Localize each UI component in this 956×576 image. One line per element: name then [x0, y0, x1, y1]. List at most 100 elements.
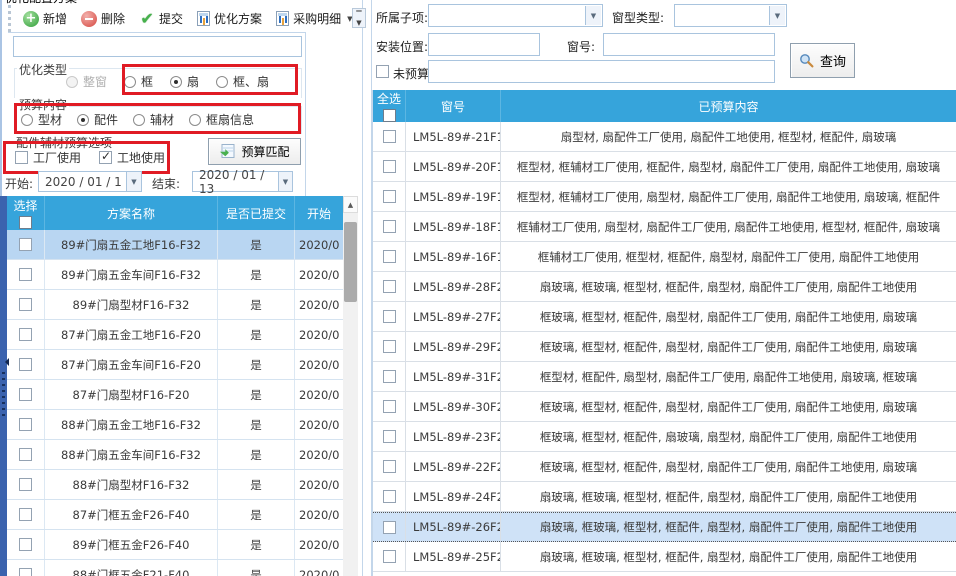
date-end-picker[interactable]: 2020 / 01 / 13 ▼ — [192, 171, 293, 192]
table-row[interactable]: LM5L-89#-23F21 框玻璃, 框型材, 框配件, 扇玻璃, 扇型材, … — [373, 422, 956, 452]
row-checkbox[interactable] — [19, 358, 32, 371]
radio-option[interactable]: 整窗 — [66, 73, 107, 90]
table-row[interactable]: 88#门扇五金工地F16-F32 是 2020/0 — [7, 410, 343, 440]
budget-match-button[interactable]: 预算匹配 — [208, 138, 301, 165]
row-checkbox[interactable] — [19, 298, 32, 311]
row-checkbox[interactable] — [19, 568, 32, 576]
radio-option[interactable]: 型材 — [21, 111, 62, 128]
row-checkbox[interactable] — [383, 430, 396, 443]
radio-option[interactable]: 扇 — [170, 73, 199, 90]
table-row[interactable]: 87#门框五金F26-F40 是 2020/0 — [7, 500, 343, 530]
table-row[interactable]: 88#门扇五金车间F16-F32 是 2020/0 — [7, 440, 343, 470]
radio-icon[interactable] — [170, 76, 182, 88]
row-checkbox[interactable] — [19, 448, 32, 461]
header-select-all[interactable]: 全选 — [373, 90, 406, 122]
radio-option[interactable]: 配件 — [77, 111, 118, 128]
checkbox-icon[interactable] — [99, 151, 112, 164]
dropdown-arrow-icon[interactable]: ▼ — [126, 172, 141, 191]
collapse-splitter[interactable] — [0, 196, 7, 576]
table-row[interactable]: LM5L-89#-29F27 框玻璃, 框型材, 框配件, 扇型材, 扇配件工厂… — [373, 332, 956, 362]
row-checkbox[interactable] — [383, 460, 396, 473]
header-select[interactable]: 选择 — [7, 196, 45, 230]
row-checkbox[interactable] — [383, 340, 396, 353]
toolbar-button[interactable]: 删除 ▼ — [75, 7, 131, 30]
scroll-up-arrow[interactable]: ▲ — [343, 196, 358, 213]
checkbox-option[interactable]: 工地使用 — [99, 149, 165, 166]
table-row[interactable]: 89#门扇五金工地F16-F32 是 2020/0 — [7, 230, 343, 260]
header-plan-name[interactable]: 方案名称 — [45, 196, 218, 230]
radio-option[interactable]: 框、扇 — [216, 73, 269, 90]
table-row[interactable]: LM5L-89#-25F23 扇玻璃, 框玻璃, 框型材, 框配件, 扇型材, … — [373, 542, 956, 572]
header-submitted[interactable]: 是否已提交 — [218, 196, 295, 230]
row-checkbox[interactable] — [383, 550, 396, 563]
table-row[interactable]: 87#门扇五金工地F16-F20 是 2020/0 — [7, 320, 343, 350]
checkbox-option[interactable]: 工厂使用 — [15, 149, 81, 166]
row-checkbox[interactable] — [383, 310, 396, 323]
table-row[interactable]: LM5L-89#-20F18 框型材, 框辅材工厂使用, 框配件, 扇型材, 扇… — [373, 152, 956, 182]
table-row[interactable]: 88#门扇型材F16-F32 是 2020/0 — [7, 470, 343, 500]
header-window-no[interactable]: 窗号 — [406, 90, 501, 122]
toolbar-button[interactable]: 提交 ▼ — [133, 7, 189, 30]
plan-search-input[interactable] — [13, 36, 302, 57]
no-budget-input[interactable] — [428, 60, 775, 83]
row-checkbox[interactable] — [19, 238, 32, 251]
radio-icon[interactable] — [21, 114, 33, 126]
header-budgeted-content[interactable]: 已预算内容 — [501, 90, 956, 122]
row-checkbox[interactable] — [19, 478, 32, 491]
scrollbar-thumb[interactable] — [344, 222, 357, 302]
row-checkbox[interactable] — [383, 190, 396, 203]
plan-table-scrollbar[interactable]: ▲ — [343, 196, 358, 576]
checkbox-icon[interactable] — [15, 151, 28, 164]
table-row[interactable]: LM5L-89#-18F16 框辅材工厂使用, 扇型材, 扇配件工厂使用, 扇配… — [373, 212, 956, 242]
date-start-picker[interactable]: 2020 / 01 / 1 ▼ — [38, 171, 142, 192]
table-row[interactable]: 89#门扇五金车间F16-F32 是 2020/0 — [7, 260, 343, 290]
select-all-checkbox[interactable] — [383, 109, 396, 122]
radio-option[interactable]: 框 — [124, 73, 153, 90]
toolbar-button[interactable]: 新增 ▼ — [17, 7, 73, 30]
table-row[interactable]: LM5L-89#-16F15 框辅材工厂使用, 框型材, 框配件, 扇型材, 扇… — [373, 242, 956, 272]
row-checkbox[interactable] — [383, 220, 396, 233]
table-row[interactable]: LM5L-89#-19F17 框型材, 框辅材工厂使用, 扇型材, 扇配件工厂使… — [373, 182, 956, 212]
radio-icon[interactable] — [124, 76, 136, 88]
row-checkbox[interactable] — [383, 370, 396, 383]
table-row[interactable]: 87#门扇五金车间F16-F20 是 2020/0 — [7, 350, 343, 380]
install-pos-input[interactable] — [428, 33, 540, 56]
dropdown-arrow-icon[interactable]: ▼ — [278, 172, 292, 191]
toolbar-button[interactable]: 采购明细 ▼ — [270, 7, 358, 30]
radio-icon[interactable] — [189, 114, 201, 126]
window-no-input[interactable] — [603, 33, 775, 56]
row-checkbox[interactable] — [383, 521, 396, 534]
row-checkbox[interactable] — [19, 418, 32, 431]
table-row[interactable]: LM5L-89#-30F28 框玻璃, 框型材, 框配件, 扇型材, 扇配件工厂… — [373, 392, 956, 422]
row-checkbox[interactable] — [383, 160, 396, 173]
toolbar-button[interactable]: 优化方案 ▼ — [191, 7, 268, 30]
dropdown-arrow-icon[interactable]: ▼ — [769, 6, 785, 25]
radio-icon[interactable] — [77, 114, 89, 126]
row-checkbox[interactable] — [383, 490, 396, 503]
radio-option[interactable]: 框扇信息 — [189, 111, 254, 128]
dropdown-arrow-icon[interactable]: ▼ — [585, 6, 601, 25]
table-row[interactable]: 89#门扇型材F16-F32 是 2020/0 — [7, 290, 343, 320]
toolbar-overflow-button[interactable]: ▔▼ — [352, 8, 366, 28]
row-checkbox[interactable] — [19, 388, 32, 401]
window-type-combo[interactable]: ▼ — [674, 4, 787, 27]
row-checkbox[interactable] — [19, 538, 32, 551]
row-checkbox[interactable] — [383, 250, 396, 263]
radio-option[interactable]: 辅材 — [133, 111, 174, 128]
header-start[interactable]: 开始 — [295, 196, 343, 230]
table-row[interactable]: 87#门扇型材F16-F20 是 2020/0 — [7, 380, 343, 410]
query-button[interactable]: 查询 — [790, 43, 855, 78]
radio-icon[interactable] — [216, 76, 228, 88]
table-row[interactable]: LM5L-89#-28F26 扇玻璃, 框玻璃, 框型材, 框配件, 扇型材, … — [373, 272, 956, 302]
table-row[interactable]: 89#门框五金F26-F40 是 2020/0 — [7, 530, 343, 560]
row-checkbox[interactable] — [19, 328, 32, 341]
table-row[interactable]: LM5L-89#-22F20 框玻璃, 框型材, 框配件, 扇型材, 扇配件工厂… — [373, 452, 956, 482]
table-row[interactable]: LM5L-89#-31F29 框型材, 框配件, 扇型材, 扇配件工厂使用, 扇… — [373, 362, 956, 392]
table-row[interactable]: LM5L-89#-24F22 扇玻璃, 框玻璃, 框型材, 框配件, 扇型材, … — [373, 482, 956, 512]
no-budget-checkbox[interactable] — [376, 65, 389, 78]
radio-icon[interactable] — [133, 114, 145, 126]
row-checkbox[interactable] — [19, 268, 32, 281]
radio-icon[interactable] — [66, 76, 78, 88]
table-row[interactable]: LM5L-89#-27F25 框玻璃, 框型材, 框配件, 扇型材, 扇配件工厂… — [373, 302, 956, 332]
table-row[interactable]: 88#门框五金F21-F40 是 2020/0 — [7, 560, 343, 576]
